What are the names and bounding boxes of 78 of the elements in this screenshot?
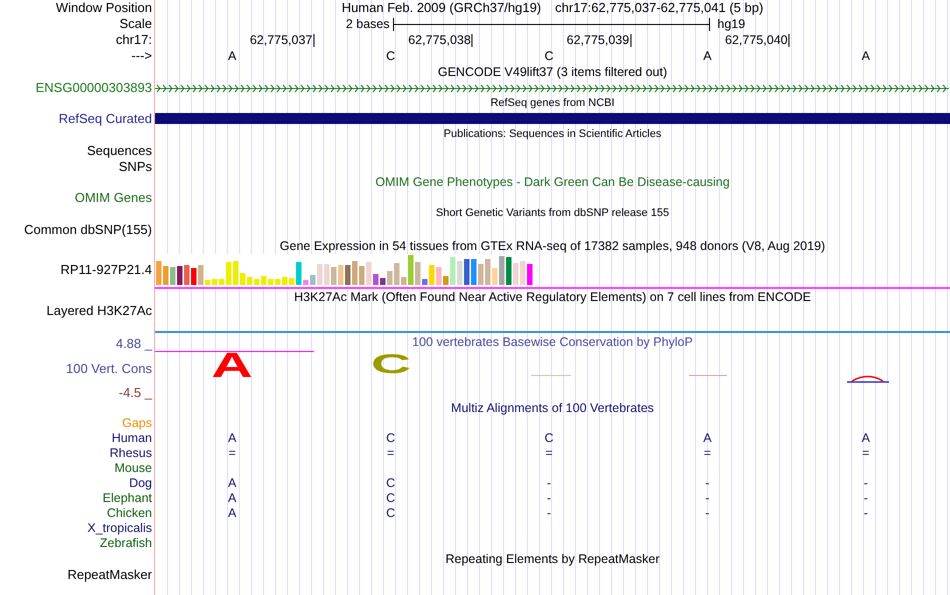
track-title: H3K27Ac Mark (Often Found Near Active Regulatory Elements) on 7 cell lines from ENCODE [293,289,812,305]
alignment-base: C [386,431,396,446]
track-label: ENSG00000303893 [34,80,152,96]
logo-letter: A [211,348,253,383]
score-mark [689,375,727,376]
alignment-base: - [705,491,710,506]
row-label: ---> [130,48,152,64]
alignment-base: = [228,446,236,461]
track-title: Short Genetic Variants from dbSNP release 155 [434,206,670,220]
alignment-base: A [228,491,236,506]
alignment-base: A [703,431,712,446]
species-label: Mouse [113,461,152,476]
track-label: 100 Vert. Cons [65,360,152,376]
track-title: RefSeq genes from NCBI [489,96,616,110]
alignment-base: C [386,476,396,491]
species-label: Human [110,431,152,446]
track-title: GENCODE V49lift37 (3 items filtered out) [436,64,668,80]
species-label: Elephant [102,491,152,506]
track-label: Common dbSNP(155) [23,222,152,238]
track-label: -4.5 _ [118,385,152,401]
scale-text: 2 bases [346,16,390,32]
track-title: 100 vertebrates Basewise Conservation by PhyloP [411,334,694,351]
alignment-base: - [705,506,710,521]
assembly-title: Human Feb. 2009 (GRCh37/hg19) [342,0,542,16]
alignment-base: A [228,506,236,521]
alignment-base: C [544,431,554,446]
assembly-label: hg19 [717,16,746,32]
alignment-base: - [864,476,868,491]
track-title: OMIM Gene Phenotypes - Dark Green Can Be Disease-causing [374,174,731,190]
base-letter: C [386,48,396,64]
alignment-base: - [864,506,868,521]
alignment-base: C [386,491,396,506]
alignment-base: - [864,491,868,506]
coordinate-tick: 62,775,037 [250,34,314,47]
base-letter: A [862,48,870,64]
alignment-base: A [228,476,236,491]
alignment-base: = [545,446,553,461]
track-label: Sequences [86,143,152,159]
track-title: Repeating Elements by RepeatMasker [444,551,660,567]
coordinate-tick: 62,775,038 [408,34,473,47]
alignment-base: C [386,506,396,521]
alignment-base: A [228,431,236,446]
species-label: Rhesus [108,446,152,461]
alignment-base: = [862,446,870,461]
base-letter: C [544,48,554,64]
alignment-base: - [546,506,552,521]
track-label: RP11-927P21.4 [59,262,152,278]
alignment-base: - [705,476,710,491]
species-label: Dog [128,476,152,491]
coordinate-tick: 62,775,039 [566,34,632,47]
species-label: Chicken [106,506,152,521]
track-title: Publications: Sequences in Scientific Articles [442,127,662,141]
track-label: OMIM Genes [74,190,152,206]
base-letter: A [703,48,712,64]
species-label: X_tropicalis [86,521,152,536]
row-label: Scale [118,16,152,32]
track-label: SNPs [118,158,152,174]
alignment-base: - [546,491,552,506]
row-label: chr17: [114,32,152,48]
score-mark [531,375,571,376]
base-letter: A [228,48,236,64]
row-label: Window Position [54,0,152,16]
track-title: Gene Expression in 54 tissues from GTEx RNA-seq of 17382 samples, 948 donors (V8, Aug 2019) [278,238,826,254]
species-label: Gaps [121,416,152,431]
logo-letter: C [370,351,411,378]
coordinate-tick: 62,775,040 [725,34,790,47]
score-mark [847,376,889,383]
alignment-base: - [546,476,552,491]
position-text: chr17:62,775,037-62,775,041 (5 bp) [555,0,764,16]
alignment-base: = [704,446,712,461]
track-label: Layered H3K27Ac [45,303,152,319]
track-label: 4.88 _ [114,335,152,352]
track-label: RefSeq Curated [58,111,152,127]
species-label: Zebrafish [98,536,152,551]
alignment-base: A [862,431,870,446]
track-label: RepeatMasker [66,567,152,583]
track-title: Multiz Alignments of 100 Vertebrates [450,401,655,416]
alignment-base: = [386,446,394,461]
